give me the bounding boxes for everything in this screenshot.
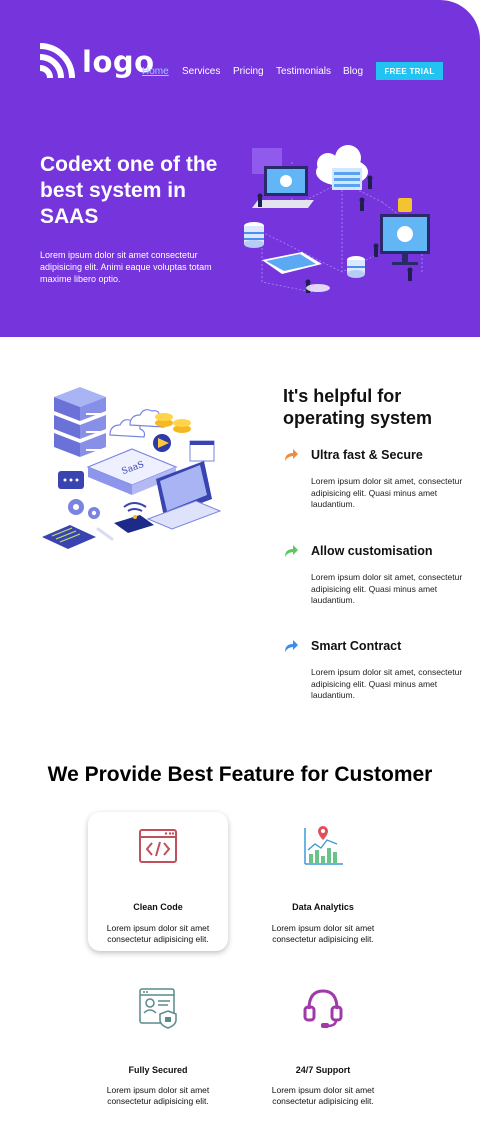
saas-server-illustration: SaaS bbox=[42, 387, 222, 549]
hero-title: Codext one of the best system in SAAS bbox=[40, 153, 218, 228]
provide-title: We Provide Best Feature for Customer bbox=[47, 763, 433, 786]
card-desc: Lorem ipsum dolor sit amet consectetur a… bbox=[106, 923, 210, 944]
feature-card-fully-secured[interactable]: Fully Secured Lorem ipsum dolor sit amet… bbox=[88, 975, 228, 1114]
feature-desc: Lorem ipsum dolor sit amet, consectetur … bbox=[311, 667, 463, 700]
feature-title: Ultra fast & Secure bbox=[311, 448, 423, 462]
card-desc: Lorem ipsum dolor sit amet consectetur a… bbox=[106, 1085, 210, 1106]
feature-desc: Lorem ipsum dolor sit amet, consectetur … bbox=[311, 476, 463, 509]
rss-logo-icon bbox=[39, 43, 75, 79]
headset-support-icon bbox=[303, 989, 343, 1028]
feature-title: Smart Contract bbox=[311, 639, 402, 653]
redo-arrow-icon bbox=[285, 640, 298, 652]
card-desc: Lorem ipsum dolor sit amet consectetur a… bbox=[271, 923, 375, 944]
nav-blog[interactable]: Blog bbox=[343, 66, 363, 77]
logo[interactable]: logo bbox=[36, 42, 155, 82]
card-desc: Lorem ipsum dolor sit amet consectetur a… bbox=[271, 1085, 375, 1106]
nav-home[interactable]: Home bbox=[142, 66, 169, 77]
secured-profile-icon bbox=[139, 988, 177, 1029]
nav-pricing[interactable]: Pricing bbox=[233, 66, 264, 77]
card-title: Fully Secured bbox=[128, 1065, 188, 1075]
data-analytics-icon bbox=[304, 826, 343, 865]
redo-arrow-icon bbox=[285, 449, 298, 461]
nav-services[interactable]: Services bbox=[182, 66, 220, 77]
feature-ultra-fast: Ultra fast & Secure Lorem ipsum dolor si… bbox=[283, 446, 463, 511]
feature-title: Allow customisation bbox=[311, 544, 433, 558]
hero-text: Lorem ipsum dolor sit amet consectetur a… bbox=[40, 250, 212, 284]
feature-card-data-analytics[interactable]: Data Analytics Lorem ipsum dolor sit ame… bbox=[253, 812, 393, 951]
feature-desc: Lorem ipsum dolor sit amet, consectetur … bbox=[311, 572, 463, 605]
feature-customisation: Allow customisation Lorem ipsum dolor si… bbox=[283, 542, 463, 607]
helpful-title: It's helpful for operating system bbox=[283, 386, 433, 428]
redo-arrow-icon bbox=[285, 545, 298, 557]
card-title: Data Analytics bbox=[292, 902, 354, 912]
feature-smart-contract: Smart Contract Lorem ipsum dolor sit ame… bbox=[283, 637, 463, 702]
feature-card-clean-code[interactable]: Clean Code Lorem ipsum dolor sit amet co… bbox=[88, 812, 228, 951]
hero-section: logo Home Services Pricing Testimonials … bbox=[0, 0, 480, 337]
feature-card-support[interactable]: 24/7 Support Lorem ipsum dolor sit amet … bbox=[253, 975, 393, 1114]
cloud-network-illustration bbox=[244, 145, 430, 293]
code-window-icon bbox=[139, 829, 177, 863]
free-trial-button[interactable]: FREE TRIAL bbox=[376, 62, 443, 80]
card-title: Clean Code bbox=[133, 902, 183, 912]
nav-testimonials[interactable]: Testimonials bbox=[276, 66, 331, 77]
card-title: 24/7 Support bbox=[295, 1065, 351, 1075]
